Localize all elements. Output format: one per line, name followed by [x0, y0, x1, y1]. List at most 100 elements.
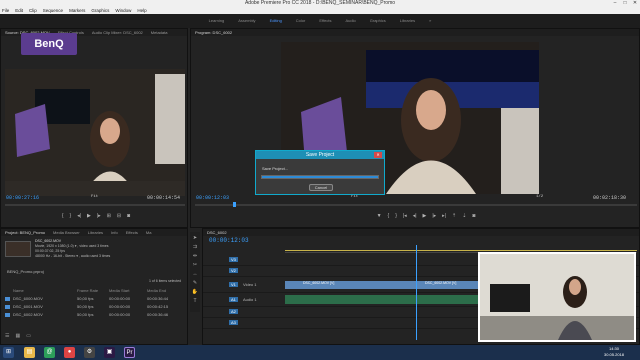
work-area-bar[interactable]	[285, 250, 637, 251]
dialog-close-button[interactable]: ✕	[374, 152, 382, 158]
timeline-timecode[interactable]: 00:00:12:03	[209, 237, 249, 244]
maximize-button[interactable]: □	[620, 0, 630, 7]
list-item[interactable]: DSC_6001.MOV 50,00 fps 00:00:00:00 00:00…	[1, 303, 187, 311]
menu-sequence[interactable]: Sequence	[43, 7, 63, 14]
track-label[interactable]: A3	[229, 320, 238, 325]
timeline-video-clip[interactable]: DSC_6002.MOV [V]	[407, 281, 479, 289]
camera-icon[interactable]: ◙	[472, 213, 475, 219]
menu-file[interactable]: File	[2, 7, 9, 14]
tab-program[interactable]: Program: DSC_6002	[195, 29, 232, 36]
step-forward-icon[interactable]: |▸	[97, 213, 101, 219]
type-tool-icon[interactable]: T	[193, 298, 196, 304]
tab-markers[interactable]: Ma	[146, 229, 152, 236]
marker-icon[interactable]: ▼	[377, 213, 382, 219]
program-playhead[interactable]	[233, 202, 236, 207]
camera-icon[interactable]: ◙	[127, 213, 130, 219]
workspace-assembly[interactable]: Assembly	[238, 14, 255, 28]
track-label[interactable]: V1	[229, 282, 238, 287]
project-panel: Project: BENQ_Promo Media Browser Librar…	[0, 228, 188, 345]
step-back-icon[interactable]: ◂|	[77, 213, 81, 219]
menu-graphics[interactable]: Graphics	[91, 7, 109, 14]
mark-out-icon[interactable]: }	[70, 213, 72, 219]
extract-icon[interactable]: ⇣	[462, 213, 466, 219]
timeline-playhead[interactable]	[416, 245, 417, 340]
slip-tool-icon[interactable]: ↔	[193, 271, 198, 277]
timeline-video-clip[interactable]: DSC_6002.MOV [V]	[285, 281, 407, 289]
col-media-end[interactable]: Media End	[147, 287, 185, 295]
close-window-button[interactable]: ✕	[630, 0, 640, 7]
mark-in-icon[interactable]: {	[388, 213, 390, 219]
source-fit-select[interactable]: Fit	[91, 195, 98, 199]
mark-in-icon[interactable]: {	[62, 213, 64, 219]
track-label[interactable]: A1	[229, 297, 238, 302]
list-item[interactable]: DSC_6000.MOV 50,00 fps 00:00:00:00 00:00…	[1, 295, 187, 303]
tab-effects[interactable]: Effects	[126, 229, 138, 236]
track-label[interactable]: V2	[229, 268, 238, 273]
workspace-audio[interactable]: Audio	[346, 14, 356, 28]
tab-audio-clip-mixer[interactable]: Audio Clip Mixer: DSC_6002	[92, 29, 143, 36]
workspace-learning[interactable]: Learning	[209, 14, 225, 28]
settings-icon[interactable]: ⚙	[84, 347, 95, 358]
step-forward-icon[interactable]: |▸	[432, 213, 436, 219]
premiere-icon[interactable]: Pr	[124, 347, 135, 358]
mark-out-icon[interactable]: }	[395, 213, 397, 219]
program-scrubber[interactable]	[195, 204, 637, 206]
program-resolution-select[interactable]: 1/2	[536, 195, 543, 199]
workspace-libraries[interactable]: Libraries	[400, 14, 415, 28]
source-scrubber[interactable]	[5, 204, 185, 206]
track-label[interactable]: A2	[229, 309, 238, 314]
play-icon[interactable]: ▶	[423, 213, 427, 219]
list-view-icon[interactable]: ☰	[5, 333, 9, 339]
source-timecode-current[interactable]: 00:00:27:16	[6, 195, 39, 201]
insert-icon[interactable]: ⊞	[107, 213, 111, 219]
overwrite-icon[interactable]: ⊟	[117, 213, 121, 219]
program-timecode-current[interactable]: 00:00:12:03	[196, 195, 229, 201]
start-icon[interactable]: ⊞	[3, 347, 14, 358]
razor-tool-icon[interactable]: ✂	[193, 262, 197, 268]
list-header: Name Frame Rate Media Start Media End	[1, 287, 187, 295]
workspace-color[interactable]: Color	[296, 14, 306, 28]
col-name[interactable]: Name	[5, 287, 77, 295]
explorer-icon[interactable]: ▤	[24, 347, 35, 358]
workspace-graphics[interactable]: Graphics	[370, 14, 386, 28]
tab-project[interactable]: Project: BENQ_Promo	[5, 229, 45, 236]
media-encoder-icon[interactable]: ▣	[104, 347, 115, 358]
go-to-in-icon[interactable]: |◂	[403, 213, 407, 219]
menu-window[interactable]: Window	[115, 7, 131, 14]
tab-info[interactable]: Info	[111, 229, 118, 236]
cancel-button[interactable]: Cancel	[309, 184, 333, 191]
new-bin-icon[interactable]: ▭	[26, 333, 31, 339]
timeline-audio-clip[interactable]	[285, 295, 479, 304]
pen-tool-icon[interactable]: ✎	[193, 280, 197, 286]
menu-markers[interactable]: Markers	[69, 7, 85, 14]
col-media-start[interactable]: Media Start	[109, 287, 147, 295]
chat-icon[interactable]: @	[44, 347, 55, 358]
lift-icon[interactable]: ⇡	[452, 213, 456, 219]
play-icon[interactable]: ▶	[87, 213, 91, 219]
selection-tool-icon[interactable]: ➤	[193, 235, 197, 241]
icon-view-icon[interactable]: ▦	[15, 333, 20, 339]
program-fit-select[interactable]: Fit	[351, 195, 358, 199]
ripple-edit-icon[interactable]: ⇹	[193, 253, 197, 259]
tab-metadata[interactable]: Metadata	[151, 29, 168, 36]
menu-clip[interactable]: Clip	[29, 7, 37, 14]
workspace-effects[interactable]: Effects	[319, 14, 331, 28]
minimize-button[interactable]: –	[610, 0, 620, 7]
workspace-editing[interactable]: Editing	[270, 14, 282, 28]
workspace-more[interactable]: »	[429, 14, 431, 28]
track-label[interactable]: V3	[229, 257, 238, 262]
tab-libraries[interactable]: Libraries	[88, 229, 103, 236]
tab-media-browser[interactable]: Media Browser	[53, 229, 80, 236]
list-item[interactable]: DSC_6002.MOV 50,00 fps 00:00:00:00 00:00…	[1, 311, 187, 319]
bin-name: BENQ_Promo.prproj	[7, 269, 44, 274]
step-back-icon[interactable]: ◂|	[413, 213, 417, 219]
track-select-icon[interactable]: ⇉	[193, 244, 197, 250]
system-clock[interactable]: 14:30 30.05.2018	[604, 346, 624, 358]
tab-sequence[interactable]: DSC_6002	[207, 229, 227, 236]
menu-edit[interactable]: Edit	[15, 7, 23, 14]
go-to-out-icon[interactable]: ▸|	[442, 213, 446, 219]
menu-help[interactable]: Help	[137, 7, 146, 14]
hand-tool-icon[interactable]: ✋	[192, 289, 198, 295]
chrome-icon[interactable]: ●	[64, 347, 75, 358]
col-frame-rate[interactable]: Frame Rate	[77, 287, 109, 295]
